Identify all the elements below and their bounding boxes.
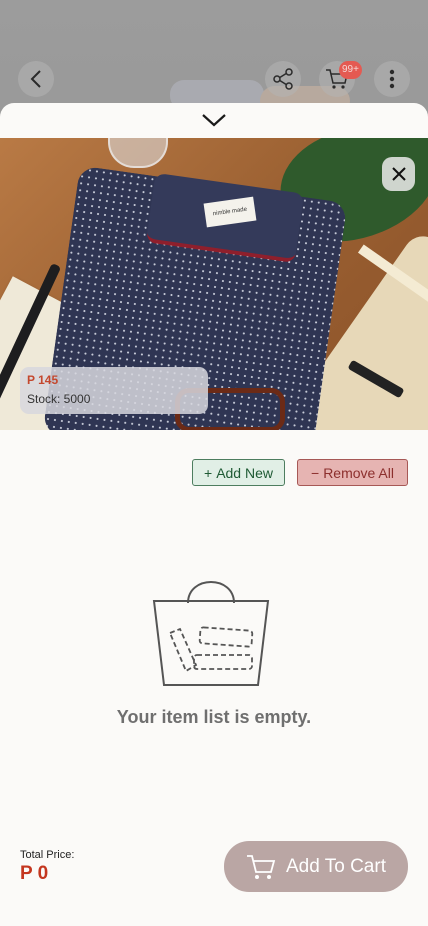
remove-all-label: Remove All <box>323 464 394 481</box>
minus-icon: − <box>311 464 320 481</box>
product-image: nimble made P 145 Stock: 5000 <box>0 138 428 430</box>
total-price-label: Total Price: <box>20 849 75 861</box>
close-button[interactable] <box>382 157 415 191</box>
product-stock: Stock: 5000 <box>27 392 91 406</box>
share-icon <box>273 68 293 90</box>
image-glass <box>108 138 168 168</box>
close-icon <box>391 167 406 181</box>
add-to-cart-button[interactable]: Add To Cart <box>224 841 408 892</box>
empty-bag-icon <box>152 581 270 686</box>
plus-icon: + <box>204 464 213 481</box>
empty-list-message: Your item list is empty. <box>116 707 312 727</box>
back-icon <box>30 70 41 88</box>
remove-all-button[interactable]: − Remove All <box>297 459 408 486</box>
add-new-button[interactable]: + Add New <box>192 459 285 486</box>
add-new-label: Add New <box>216 464 273 481</box>
share-button[interactable] <box>265 61 301 97</box>
cart-count-badge: 99+ <box>339 61 362 79</box>
more-options-button[interactable] <box>374 61 410 97</box>
more-vertical-icon <box>389 69 395 89</box>
product-price: P 145 <box>27 373 59 387</box>
price-stock-chip: P 145 Stock: 5000 <box>20 367 208 414</box>
product-options-sheet: nimble made P 145 Stock: 5000 + Add New … <box>0 103 428 926</box>
chevron-down-icon[interactable] <box>200 111 228 129</box>
add-to-cart-label: Add To Cart <box>286 855 386 877</box>
cart-icon <box>247 854 276 879</box>
total-price-value: P 0 <box>20 863 49 884</box>
back-button[interactable] <box>18 61 54 97</box>
